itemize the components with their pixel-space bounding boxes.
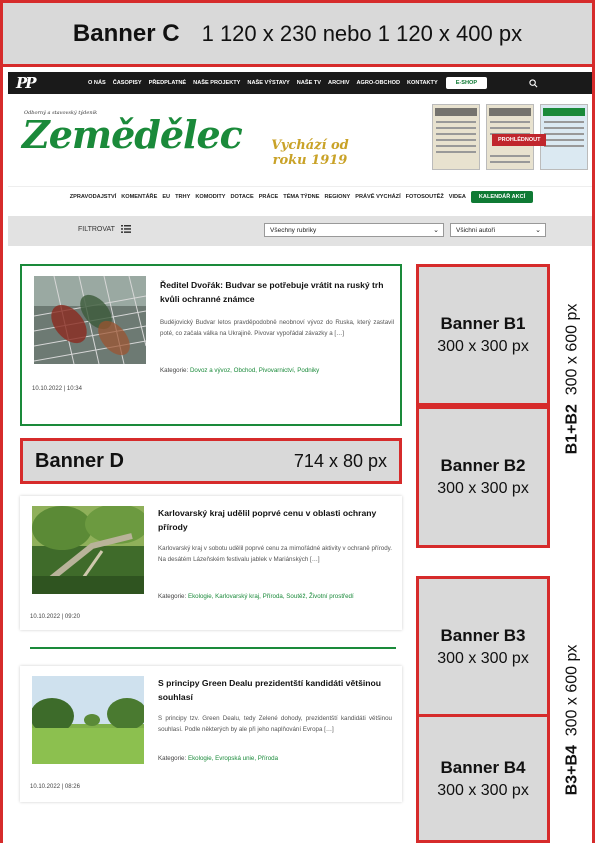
banner-d-name: Banner D: [35, 449, 124, 472]
article-categories: Kategorie: Ekologie, Karlovarský kraj, P…: [158, 592, 392, 602]
top-nav-kontakty[interactable]: KONTAKTY: [407, 80, 438, 86]
nav-eu[interactable]: EU: [162, 194, 170, 200]
b3-b4-combo-label: B3+B4 300 x 600 px: [552, 600, 592, 840]
browse-button[interactable]: PROHLÉDNOUT: [492, 134, 547, 146]
search-icon[interactable]: [529, 78, 538, 88]
category-links[interactable]: Ekologie, Evropská unie, Příroda: [188, 755, 278, 762]
list-icon: [120, 225, 131, 233]
categories-label: Kategorie:: [160, 367, 189, 374]
nav-regiony[interactable]: REGIONY: [324, 194, 350, 200]
top-nav-vystavy[interactable]: NAŠE VÝSTAVY: [247, 80, 289, 86]
nav-fotosoutez[interactable]: FOTOSOUTĚŽ: [406, 194, 444, 200]
banner-b3-size: 300 x 300 px: [437, 650, 529, 667]
combo-size: 300 x 600 px: [563, 303, 581, 396]
article-thumbnail[interactable]: [34, 276, 146, 364]
top-nav-tv[interactable]: NAŠE TV: [297, 80, 321, 86]
nav-prave-vychazi[interactable]: PRÁVĚ VYCHÁZÍ: [355, 194, 400, 200]
nav-trhy[interactable]: TRHY: [175, 194, 190, 200]
filter-toggle[interactable]: FILTROVAT: [78, 225, 131, 233]
nav-komodity[interactable]: KOMODITY: [195, 194, 225, 200]
site-logo[interactable]: Zemědělec: [22, 112, 243, 157]
banner-b2-size: 300 x 300 px: [437, 480, 529, 497]
banner-d-size: 714 x 80 px: [293, 450, 387, 471]
banner-b4-name: Banner B4: [440, 757, 526, 777]
banner-d[interactable]: Banner D 714 x 80 px: [20, 438, 402, 484]
article-perex: S principy tzv. Green Dealu, tedy Zelené…: [158, 715, 392, 733]
article-card[interactable]: S principy Green Dealu prezidentští kand…: [20, 666, 402, 802]
author-select-value: Všichni autoři: [456, 227, 496, 234]
article-title[interactable]: Karlovarský kraj udělil poprvé cenu v ob…: [158, 506, 392, 534]
banner-c[interactable]: Banner C 1 120 x 230 nebo 1 120 x 400 px: [0, 0, 595, 67]
top-bar: PP O NÁS ČASOPISY PŘEDPLATNÉ NAŠE PROJEK…: [8, 72, 595, 94]
rubrika-select-value: Všechny rubriky: [270, 227, 317, 234]
nav-prace[interactable]: PRÁCE: [259, 194, 279, 200]
top-nav-casopisy[interactable]: ČASOPISY: [113, 80, 142, 86]
eshop-button[interactable]: E-SHOP: [445, 77, 488, 89]
article-perex: Karlovarský kraj v sobotu udělil poprvé …: [158, 545, 392, 563]
combo-name: B3+B4: [563, 745, 581, 796]
banner-b4-size: 300 x 300 px: [437, 781, 529, 799]
top-nav: O NÁS ČASOPISY PŘEDPLATNÉ NAŠE PROJEKTY …: [88, 80, 438, 86]
since-slogan: Vychází od roku 1919: [271, 138, 349, 168]
rubrika-select[interactable]: Všechny rubriky ⌄: [264, 223, 444, 237]
nav-videa[interactable]: VIDEA: [449, 194, 466, 200]
banner-b3-name: Banner B3: [440, 626, 526, 645]
nav-tema-tydne[interactable]: TÉMA TÝDNE: [283, 194, 319, 200]
article-divider: [30, 647, 396, 649]
category-links[interactable]: Dovoz a vývoz, Obchod, Pivovarnictví, Po…: [190, 367, 319, 374]
banner-b1-name: Banner B1: [440, 314, 526, 333]
article-categories: Kategorie: Ekologie, Evropská unie, Přír…: [158, 754, 392, 764]
site-header: Odborný a stavovský týdeník Zemědělec Vy…: [8, 94, 595, 176]
top-nav-o-nas[interactable]: O NÁS: [88, 80, 106, 86]
top-nav-projekty[interactable]: NAŠE PROJEKTY: [193, 80, 240, 86]
banner-c-size: 1 120 x 230 nebo 1 120 x 400 px: [201, 20, 523, 46]
combo-size: 300 x 600 px: [563, 644, 581, 737]
article-perex: Budějovický Budvar letos pravděpodobně n…: [160, 319, 394, 337]
categories-label: Kategorie:: [158, 593, 187, 600]
magazine-cover[interactable]: [432, 104, 480, 170]
banner-b2-name: Banner B2: [440, 456, 526, 475]
categories-label: Kategorie:: [158, 755, 187, 762]
chevron-down-icon: ⌄: [433, 227, 439, 234]
article-title[interactable]: S principy Green Dealu prezidentští kand…: [158, 676, 392, 704]
filter-label: FILTROVAT: [78, 225, 115, 233]
banner-c-name: Banner C: [72, 19, 180, 47]
article-categories: Kategorie: Dovoz a vývoz, Obchod, Pivova…: [160, 366, 394, 376]
nav-komentare[interactable]: KOMENTÁŘE: [121, 194, 157, 200]
nav-zpravodajstvi[interactable]: ZPRAVODAJSTVÍ: [70, 194, 117, 200]
top-nav-archiv[interactable]: ARCHIV: [328, 80, 349, 86]
banner-b2[interactable]: Banner B2 300 x 300 px: [416, 406, 550, 548]
article-date: 10.10.2022 | 08:26: [30, 784, 80, 790]
b1-b2-combo-label: B1+B2 300 x 600 px: [552, 264, 592, 494]
category-links[interactable]: Ekologie, Karlovarský kraj, Příroda, Sou…: [188, 593, 354, 600]
main-nav: ZPRAVODAJSTVÍ KOMENTÁŘE EU TRHY KOMODITY…: [8, 186, 595, 206]
article-thumbnail[interactable]: [32, 506, 144, 594]
article-title[interactable]: Ředitel Dvořák: Budvar se potřebuje vrát…: [160, 278, 394, 306]
banner-b1[interactable]: Banner B1 300 x 300 px: [416, 264, 550, 406]
article-thumbnail[interactable]: [32, 676, 144, 764]
article-date: 10.10.2022 | 09:20: [30, 614, 80, 620]
author-select[interactable]: Všichni autoři ⌄: [450, 223, 546, 237]
magazine-cover[interactable]: [540, 104, 588, 170]
top-nav-agro-obchod[interactable]: AGRO-OBCHOD: [357, 80, 401, 86]
banner-b1-size: 300 x 300 px: [437, 338, 529, 355]
article-date: 10.10.2022 | 10:34: [32, 386, 82, 392]
article-card[interactable]: Ředitel Dvořák: Budvar se potřebuje vrát…: [20, 264, 402, 426]
combo-name: B1+B2: [563, 404, 581, 455]
article-card[interactable]: Karlovarský kraj udělil poprvé cenu v ob…: [20, 496, 402, 630]
nav-dotace[interactable]: DOTACE: [230, 194, 253, 200]
calendar-button[interactable]: KALENDÁŘ AKCÍ: [470, 190, 534, 203]
publisher-logo[interactable]: PP: [16, 74, 60, 92]
chevron-down-icon: ⌄: [535, 227, 541, 234]
banner-b3[interactable]: Banner B3 300 x 300 px: [416, 576, 550, 718]
banner-b4[interactable]: Banner B4 300 x 300 px: [416, 714, 550, 843]
filter-bar: FILTROVAT Všechny rubriky ⌄ Všichni auto…: [8, 216, 595, 246]
top-nav-predplatne[interactable]: PŘEDPLATNÉ: [149, 80, 187, 86]
